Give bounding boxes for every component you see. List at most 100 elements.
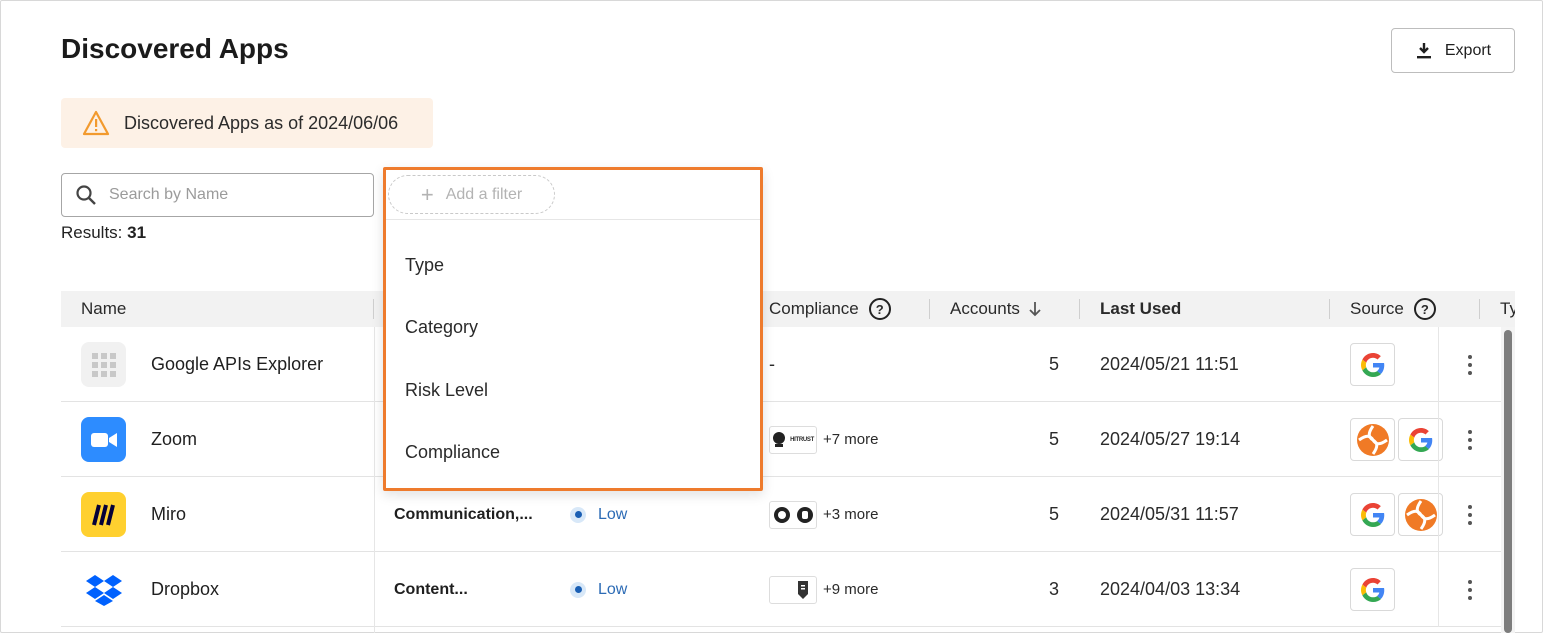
accounts-cell: 5 [1048,429,1059,449]
col-type-label: Ty [1500,299,1515,318]
col-source[interactable]: Source ? [1350,291,1436,327]
grid-app-icon [81,342,126,387]
risk-label: Low [598,580,628,598]
kebab-icon [1467,428,1472,452]
sticky-column-edge [374,327,375,633]
col-accounts-label: Accounts [950,299,1020,318]
column-divider[interactable] [373,299,374,319]
compliance-badge-icons [769,500,817,529]
google-source-icon [1350,493,1395,536]
zoom-app-icon [81,417,126,462]
compliance-badge-icons: HITRUST [769,425,817,454]
google-source-icon [1398,418,1443,461]
col-accounts[interactable]: Accounts [950,291,1044,327]
help-icon[interactable]: ? [1413,298,1436,320]
table-row[interactable]: Google APIs Explorer - 5 2024/05/21 11:5… [61,327,1501,402]
category-cell: Content... [394,580,468,598]
compliance-badge-icons [769,575,817,604]
row-menu-button[interactable] [1438,402,1500,477]
date-banner: Discovered Apps as of 2024/06/06 [61,98,433,148]
compliance-cell: HITRUST +7 more [769,402,878,477]
filter-dropdown: + Add a filter Type Category Risk Level … [383,167,763,491]
risk-label: Low [598,505,628,523]
row-menu-button[interactable] [1438,477,1500,552]
results-number: 31 [127,223,147,242]
accounts-cell: 3 [1048,579,1059,599]
column-divider[interactable] [1079,299,1080,319]
compliance-cell: +3 more [769,477,878,552]
warning-icon [82,110,110,136]
app-name[interactable]: Dropbox [151,552,219,627]
more-compliance-label[interactable]: +9 more [823,581,878,598]
col-last-used[interactable]: Last Used [1100,291,1181,327]
col-source-label: Source [1350,299,1404,318]
compliance-cell: - [769,354,775,374]
plus-icon: + [420,181,434,207]
source-cell [1350,552,1395,627]
column-divider[interactable] [1329,299,1330,319]
column-divider[interactable] [929,299,930,319]
banner-text: Discovered Apps as of 2024/06/06 [124,112,399,133]
download-icon [1416,42,1431,58]
accounts-cell: 5 [1048,504,1059,524]
results-count: Results: 31 [61,223,146,243]
more-compliance-label[interactable]: +3 more [823,506,878,523]
sort-arrow-down-icon[interactable] [1026,300,1044,318]
search-box[interactable] [61,173,374,217]
iso-badge-icon [796,506,813,523]
row-menu-button[interactable] [1438,327,1500,402]
table-row[interactable]: Miro Communication,... Low +3 more 5 202… [61,477,1501,552]
divider [386,219,760,220]
google-source-icon [1350,568,1395,611]
privacy-shield-icon [773,431,786,447]
dropbox-app-icon [81,567,126,612]
source-cell [1350,477,1443,552]
col-last-used-label: Last Used [1100,299,1182,318]
compliance-cell: +9 more [769,552,878,627]
app-name[interactable]: Zoom [151,402,197,477]
filter-option-type[interactable]: Type [405,255,444,276]
soc-badge-icon [773,506,790,523]
app-name[interactable]: Google APIs Explorer [151,327,323,402]
hitrust-badge-icon: HITRUST [790,436,814,443]
col-type[interactable]: Ty [1500,291,1515,327]
last-used-cell: 2024/05/31 11:57 [1100,504,1239,524]
column-divider[interactable] [1479,299,1480,319]
certification-badge-icon [798,580,808,599]
app-name[interactable]: Miro [151,477,186,552]
col-compliance[interactable]: Compliance ? [769,291,891,327]
filter-option-compliance[interactable]: Compliance [405,442,500,463]
help-icon[interactable]: ? [868,298,891,320]
search-icon [76,185,96,205]
last-used-cell: 2024/05/21 11:51 [1100,354,1239,374]
results-label: Results: [61,223,123,242]
add-filter-button[interactable]: + Add a filter [388,175,555,214]
kebab-icon [1467,503,1472,527]
table-header: Name Compliance ? Accounts Last Used Sou… [61,291,1515,327]
col-name[interactable]: Name [81,291,126,327]
risk-dot-icon [570,581,586,598]
table-row[interactable]: Zoom HITRUST +7 more 5 2024/05/27 19:14 [61,402,1501,477]
last-used-cell: 2024/04/03 13:34 [1100,579,1241,599]
col-name-label: Name [81,299,127,318]
filter-option-category[interactable]: Category [405,317,478,338]
miro-app-icon [81,492,126,537]
table-row[interactable]: Dropbox Content... Low +9 more 3 2024/04… [61,552,1501,627]
scrollbar-thumb[interactable] [1504,330,1512,633]
search-input[interactable] [109,186,349,204]
export-button[interactable]: Export [1391,28,1515,73]
page-title: Discovered Apps [61,33,289,64]
export-label: Export [1444,41,1492,59]
kebab-icon [1467,578,1472,602]
filter-option-risk-level[interactable]: Risk Level [405,380,488,401]
google-source-icon [1350,343,1395,386]
add-filter-label: Add a filter [445,185,523,203]
risk-dot-icon [570,506,586,523]
more-compliance-label[interactable]: +7 more [823,431,878,448]
orange-source-icon [1398,493,1443,536]
row-menu-button[interactable] [1438,552,1500,627]
accounts-cell: 5 [1048,354,1059,374]
source-cell [1350,402,1443,477]
orange-source-icon [1350,418,1395,461]
source-cell [1350,327,1395,402]
